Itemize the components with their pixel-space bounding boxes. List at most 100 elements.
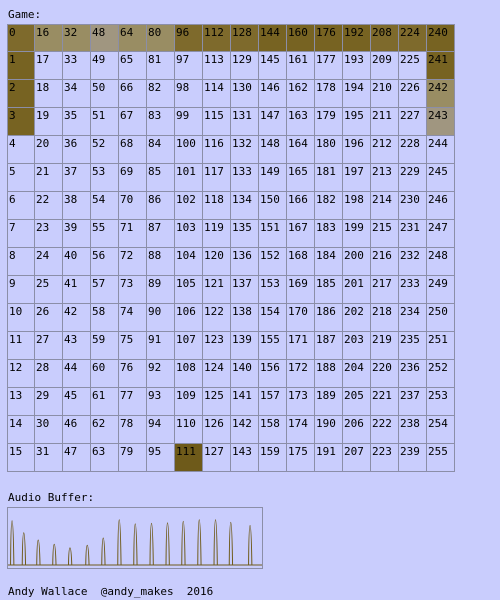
grid-cell[interactable]: 181 (315, 164, 343, 192)
grid-cell[interactable]: 250 (427, 304, 455, 332)
grid-cell[interactable]: 247 (427, 220, 455, 248)
grid-cell[interactable]: 95 (147, 444, 175, 472)
grid-cell[interactable]: 45 (63, 388, 91, 416)
grid-cell[interactable]: 223 (371, 444, 399, 472)
grid-cell[interactable]: 43 (63, 332, 91, 360)
grid-cell[interactable]: 143 (231, 444, 259, 472)
grid-cell[interactable]: 231 (399, 220, 427, 248)
grid-cell[interactable]: 131 (231, 108, 259, 136)
grid-cell[interactable]: 229 (399, 164, 427, 192)
grid-cell[interactable]: 132 (231, 136, 259, 164)
grid-cell[interactable]: 138 (231, 304, 259, 332)
grid-cell[interactable]: 18 (35, 80, 63, 108)
grid-cell[interactable]: 180 (315, 136, 343, 164)
grid-cell[interactable]: 60 (91, 360, 119, 388)
grid-cell[interactable]: 182 (315, 192, 343, 220)
grid-cell[interactable]: 135 (231, 220, 259, 248)
grid-cell[interactable]: 172 (287, 360, 315, 388)
grid-cell[interactable]: 208 (371, 24, 399, 52)
grid-cell[interactable]: 235 (399, 332, 427, 360)
grid-cell[interactable]: 240 (427, 24, 455, 52)
grid-cell[interactable]: 147 (259, 108, 287, 136)
grid-cell[interactable]: 137 (231, 276, 259, 304)
grid-cell[interactable]: 37 (63, 164, 91, 192)
grid-cell[interactable]: 88 (147, 248, 175, 276)
grid-cell[interactable]: 72 (119, 248, 147, 276)
grid-cell[interactable]: 80 (147, 24, 175, 52)
grid-cell[interactable]: 87 (147, 220, 175, 248)
grid-cell[interactable]: 20 (35, 136, 63, 164)
grid-cell[interactable]: 162 (287, 80, 315, 108)
grid-cell[interactable]: 15 (7, 444, 35, 472)
grid-cell[interactable]: 159 (259, 444, 287, 472)
grid-cell[interactable]: 92 (147, 360, 175, 388)
grid-cell[interactable]: 245 (427, 164, 455, 192)
grid-cell[interactable]: 35 (63, 108, 91, 136)
grid-cell[interactable]: 83 (147, 108, 175, 136)
grid-cell[interactable]: 56 (91, 248, 119, 276)
grid-cell[interactable]: 61 (91, 388, 119, 416)
grid-cell[interactable]: 28 (35, 360, 63, 388)
grid-cell[interactable]: 16 (35, 24, 63, 52)
grid-cell[interactable]: 81 (147, 52, 175, 80)
grid-cell[interactable]: 210 (371, 80, 399, 108)
grid-cell[interactable]: 136 (231, 248, 259, 276)
grid-cell[interactable]: 47 (63, 444, 91, 472)
grid-cell[interactable]: 90 (147, 304, 175, 332)
grid-cell[interactable]: 156 (259, 360, 287, 388)
grid-cell[interactable]: 36 (63, 136, 91, 164)
grid-cell[interactable]: 93 (147, 388, 175, 416)
grid-cell[interactable]: 246 (427, 192, 455, 220)
grid-cell[interactable]: 59 (91, 332, 119, 360)
grid-cell[interactable]: 54 (91, 192, 119, 220)
grid-cell[interactable]: 118 (203, 192, 231, 220)
grid-cell[interactable]: 76 (119, 360, 147, 388)
grid-cell[interactable]: 209 (371, 52, 399, 80)
grid-cell[interactable]: 110 (175, 416, 203, 444)
grid-cell[interactable]: 79 (119, 444, 147, 472)
grid-cell[interactable]: 194 (343, 80, 371, 108)
grid-cell[interactable]: 179 (315, 108, 343, 136)
grid-cell[interactable]: 14 (7, 416, 35, 444)
grid-cell[interactable]: 150 (259, 192, 287, 220)
grid-cell[interactable]: 77 (119, 388, 147, 416)
grid-cell[interactable]: 139 (231, 332, 259, 360)
grid-cell[interactable]: 141 (231, 388, 259, 416)
grid-cell[interactable]: 249 (427, 276, 455, 304)
grid-cell[interactable]: 23 (35, 220, 63, 248)
grid-cell[interactable]: 26 (35, 304, 63, 332)
grid-cell[interactable]: 102 (175, 192, 203, 220)
grid-cell[interactable]: 62 (91, 416, 119, 444)
grid-cell[interactable]: 226 (399, 80, 427, 108)
grid-cell[interactable]: 21 (35, 164, 63, 192)
grid-cell[interactable]: 236 (399, 360, 427, 388)
grid-cell[interactable]: 178 (315, 80, 343, 108)
grid-cell[interactable]: 204 (343, 360, 371, 388)
grid-cell[interactable]: 112 (203, 24, 231, 52)
grid-cell[interactable]: 104 (175, 248, 203, 276)
grid-cell[interactable]: 50 (91, 80, 119, 108)
grid-cell[interactable]: 186 (315, 304, 343, 332)
grid-cell[interactable]: 176 (315, 24, 343, 52)
grid-cell[interactable]: 40 (63, 248, 91, 276)
grid-cell[interactable]: 211 (371, 108, 399, 136)
grid-cell[interactable]: 111 (175, 444, 203, 472)
grid-cell[interactable]: 166 (287, 192, 315, 220)
grid-cell[interactable]: 53 (91, 164, 119, 192)
grid-cell[interactable]: 25 (35, 276, 63, 304)
grid-cell[interactable]: 44 (63, 360, 91, 388)
grid-cell[interactable]: 164 (287, 136, 315, 164)
grid-cell[interactable]: 188 (315, 360, 343, 388)
grid-cell[interactable]: 168 (287, 248, 315, 276)
grid-cell[interactable]: 189 (315, 388, 343, 416)
grid-cell[interactable]: 213 (371, 164, 399, 192)
grid-cell[interactable]: 71 (119, 220, 147, 248)
grid-cell[interactable]: 227 (399, 108, 427, 136)
grid-cell[interactable]: 241 (427, 52, 455, 80)
grid-cell[interactable]: 195 (343, 108, 371, 136)
grid-cell[interactable]: 58 (91, 304, 119, 332)
grid-cell[interactable]: 228 (399, 136, 427, 164)
grid-cell[interactable]: 149 (259, 164, 287, 192)
grid-cell[interactable]: 145 (259, 52, 287, 80)
grid-cell[interactable]: 12 (7, 360, 35, 388)
